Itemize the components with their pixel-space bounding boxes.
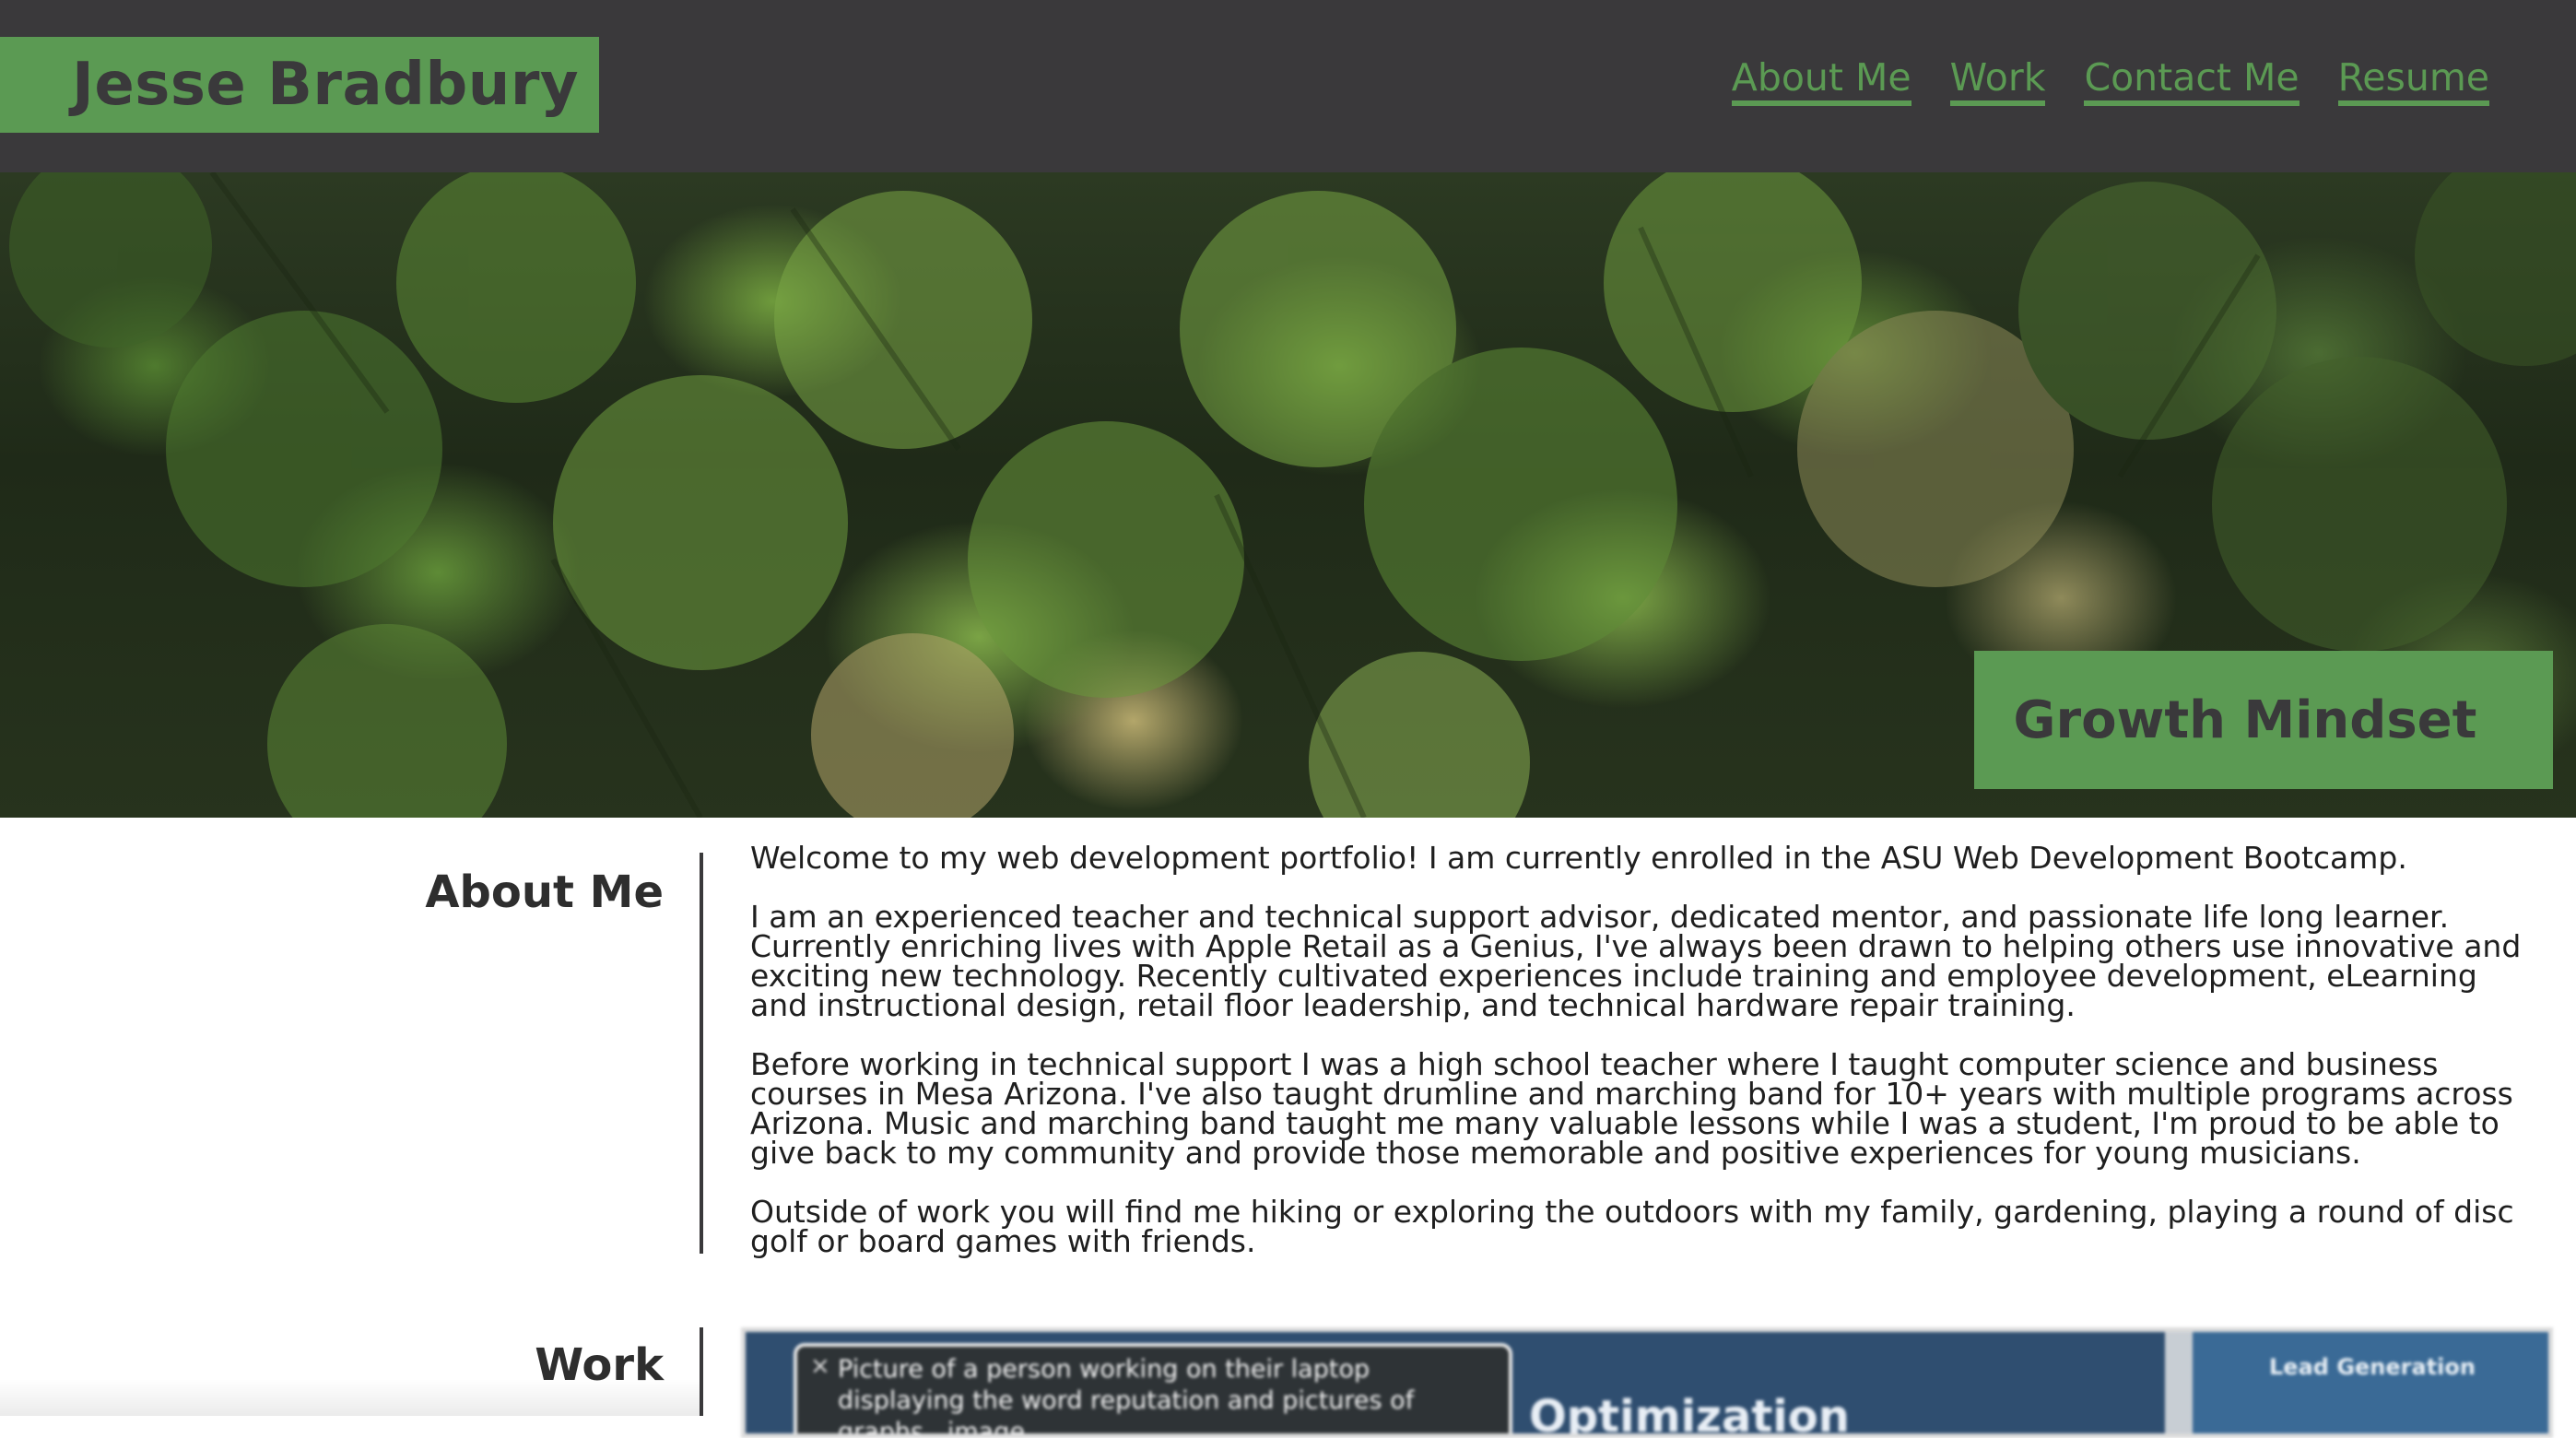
project-preview-sidebar: Lead Generation [2165, 1332, 2548, 1433]
site-title[interactable]: Jesse Bradbury [0, 37, 599, 133]
site-header: Jesse Bradbury About Me Work Contact Me … [0, 0, 2576, 172]
growth-mindset-badge: Growth Mindset [1974, 651, 2553, 789]
project-preview-heading: Optimization [1529, 1391, 1850, 1438]
image-alt-tooltip: × Picture of a person working on their l… [794, 1343, 1512, 1438]
about-paragraph-4: Outside of work you will find me hiking … [750, 1194, 2514, 1259]
hero-banner: Growth Mindset [0, 172, 2576, 818]
close-icon: × [810, 1352, 830, 1380]
work-project-thumbnail[interactable]: × Picture of a person working on their l… [741, 1327, 2553, 1438]
about-divider [700, 853, 703, 1254]
about-heading: About Me [425, 866, 664, 918]
project-preview-side-label: Lead Generation [2269, 1354, 2476, 1380]
nav-link-work[interactable]: Work [1949, 56, 2046, 107]
nav-link-resume[interactable]: Resume [2337, 56, 2489, 107]
about-paragraph-1: Welcome to my web development portfolio!… [750, 840, 2407, 876]
image-alt-text: Picture of a person working on their lap… [838, 1355, 1415, 1438]
about-paragraph-2: I am an experienced teacher and technica… [750, 899, 2522, 1023]
main-nav: About Me Work Contact Me Resume [1731, 56, 2489, 107]
about-paragraph-3: Before working in technical support I wa… [750, 1046, 2513, 1171]
nav-link-about-me[interactable]: About Me [1731, 56, 1911, 107]
nav-link-contact-me[interactable]: Contact Me [2084, 56, 2300, 107]
about-text: Welcome to my web development portfolio!… [750, 843, 2538, 1286]
bottom-shadow [0, 1379, 700, 1416]
